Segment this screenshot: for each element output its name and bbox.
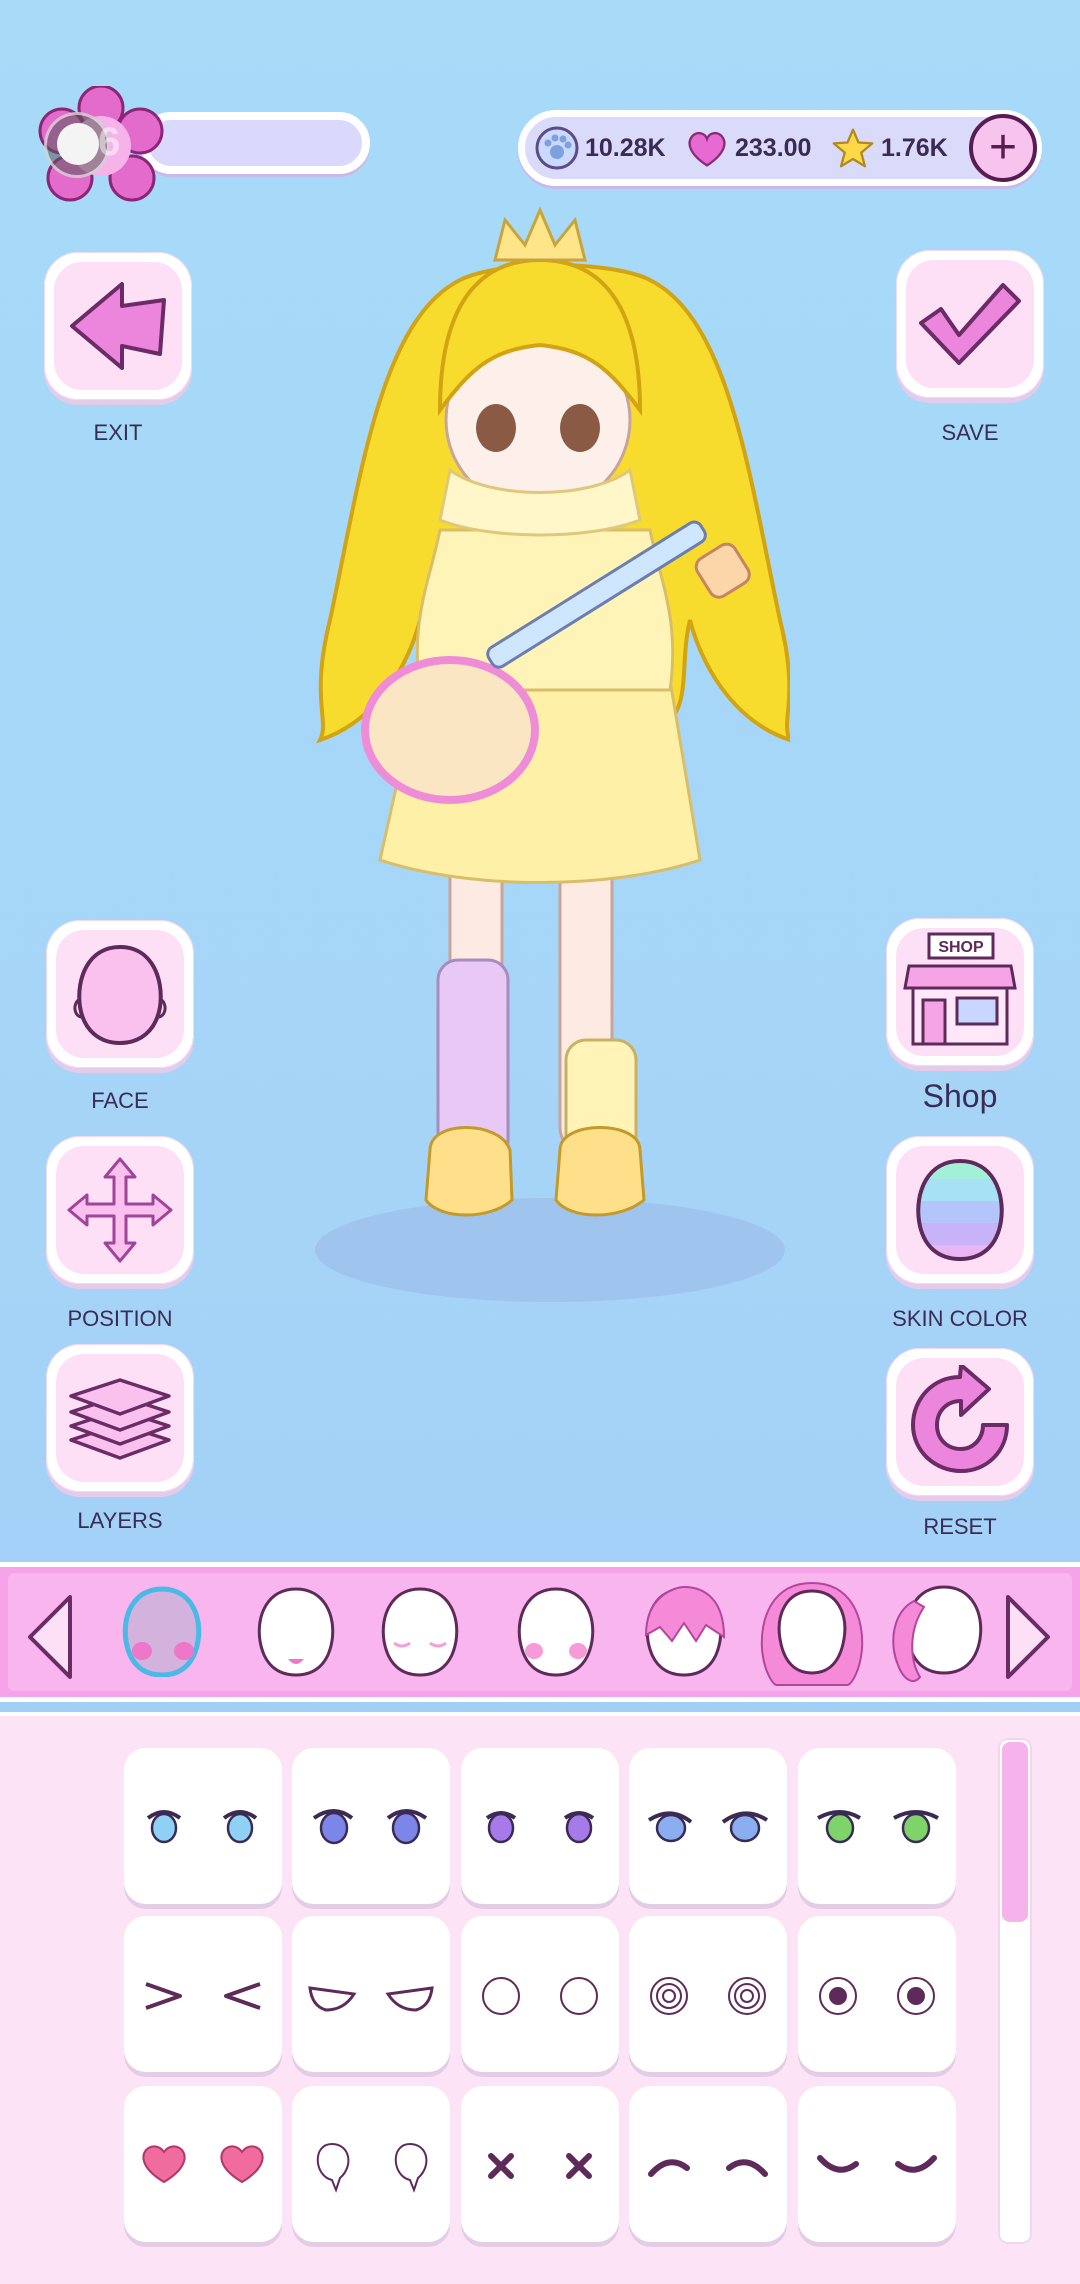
eyes-option-purple[interactable] — [461, 1748, 619, 1904]
skin-color-label: SKIN COLOR — [892, 1306, 1028, 1331]
stars-amount: 1.76K — [881, 133, 948, 162]
eyes-violet-blue-icon — [312, 1809, 428, 1845]
scrollbar-thumb[interactable] — [1002, 1742, 1028, 1922]
eyes-x-icon — [488, 2153, 592, 2179]
eyes-option-squint[interactable] — [124, 1916, 282, 2072]
eyes-dot-icon — [819, 1977, 935, 2015]
layers-button[interactable] — [46, 1344, 194, 1492]
eyes-spiral-icon — [650, 1977, 766, 2015]
eyes-option-green[interactable] — [798, 1748, 956, 1904]
currency-bar: 10.28K 233.00 1.76K + — [518, 110, 1042, 186]
paw-icon — [535, 126, 579, 170]
position-button[interactable] — [46, 1136, 194, 1284]
category-mouth-item[interactable] — [248, 1585, 344, 1677]
rainbow-head-icon — [916, 1158, 1004, 1262]
eyes-sleepy-icon — [308, 1986, 434, 2012]
star-icon — [831, 126, 875, 170]
shop-sign-text: SHOP — [938, 939, 984, 956]
category-hair-side-item[interactable] — [884, 1581, 994, 1689]
eyes-empty-icon — [482, 1977, 598, 2015]
face-button[interactable] — [46, 920, 194, 1068]
save-label: SAVE — [941, 420, 999, 445]
eyes-option-sparkle[interactable] — [629, 1748, 787, 1904]
eyes-option-blue[interactable] — [124, 1748, 282, 1904]
eyes-option-heart[interactable] — [124, 2086, 282, 2242]
exit-button[interactable] — [44, 252, 192, 400]
face-label: FACE — [91, 1088, 149, 1113]
eyes-purple-icon — [485, 1811, 595, 1844]
category-strip — [0, 1562, 1080, 1702]
position-label: POSITION — [67, 1306, 173, 1331]
eyes-tear-icon — [316, 2142, 428, 2193]
eyes-option-dot[interactable] — [798, 1916, 956, 2072]
reset-label: RESET — [923, 1514, 997, 1539]
character-avatar — [315, 206, 790, 1302]
character-shadow — [315, 1198, 785, 1302]
eyes-arc-down-icon — [648, 2159, 768, 2177]
eyes-sparkle-icon — [647, 1811, 769, 1843]
add-currency-button[interactable]: + — [969, 114, 1037, 182]
category-eyes-closed-item[interactable] — [372, 1585, 468, 1677]
eyes-option-sleepy[interactable] — [292, 1916, 450, 2072]
eyes-option-empty[interactable] — [461, 1916, 619, 2072]
shop-button[interactable]: SHOP — [886, 918, 1034, 1066]
eyes-option-spiral[interactable] — [629, 1916, 787, 2072]
eyes-squint-icon — [145, 1982, 261, 2010]
level-number: 6 — [98, 120, 121, 164]
eyes-heart-icon — [142, 2145, 264, 2184]
eyes-option-arc-up[interactable] — [798, 2086, 956, 2242]
eyes-blue-icon — [146, 1810, 258, 1844]
chevron-left-icon[interactable] — [22, 1591, 78, 1683]
hearts-amount: 233.00 — [735, 133, 812, 162]
eyes-option-tear[interactable] — [292, 2086, 450, 2242]
category-hair-front-item[interactable] — [636, 1585, 732, 1677]
category-hair-back-item[interactable] — [752, 1579, 872, 1687]
face-icon — [73, 944, 167, 1046]
save-button[interactable] — [896, 250, 1044, 398]
category-cheeks-item[interactable] — [114, 1585, 210, 1677]
eyes-option-violet-blue[interactable] — [292, 1748, 450, 1904]
shop-icon: SHOP — [903, 932, 1017, 1046]
paws-amount: 10.28K — [585, 133, 666, 162]
shop-label: Shop — [922, 1078, 998, 1114]
reset-arrow-icon — [911, 1365, 1009, 1473]
eyes-green-icon — [817, 1810, 939, 1844]
move-arrows-icon — [67, 1157, 173, 1263]
stars-counter: 1.76K — [831, 117, 948, 179]
layers-label: LAYERS — [77, 1508, 163, 1533]
experience-bar — [140, 112, 370, 174]
exit-label: EXIT — [93, 420, 143, 445]
layers-icon — [69, 1378, 171, 1460]
category-blush-item[interactable] — [508, 1585, 604, 1677]
chevron-right-icon[interactable] — [1000, 1591, 1056, 1683]
heart-icon — [685, 126, 729, 170]
eyes-option-arc-down[interactable] — [629, 2086, 787, 2242]
eyes-option-x[interactable] — [461, 2086, 619, 2242]
reset-button[interactable] — [886, 1348, 1034, 1496]
paws-counter: 10.28K — [535, 117, 666, 179]
eyes-arc-up-icon — [817, 2155, 937, 2173]
checkmark-icon — [919, 283, 1021, 365]
skin-color-button[interactable] — [886, 1136, 1034, 1284]
arrow-left-icon — [70, 282, 166, 370]
hearts-counter: 233.00 — [685, 117, 811, 179]
